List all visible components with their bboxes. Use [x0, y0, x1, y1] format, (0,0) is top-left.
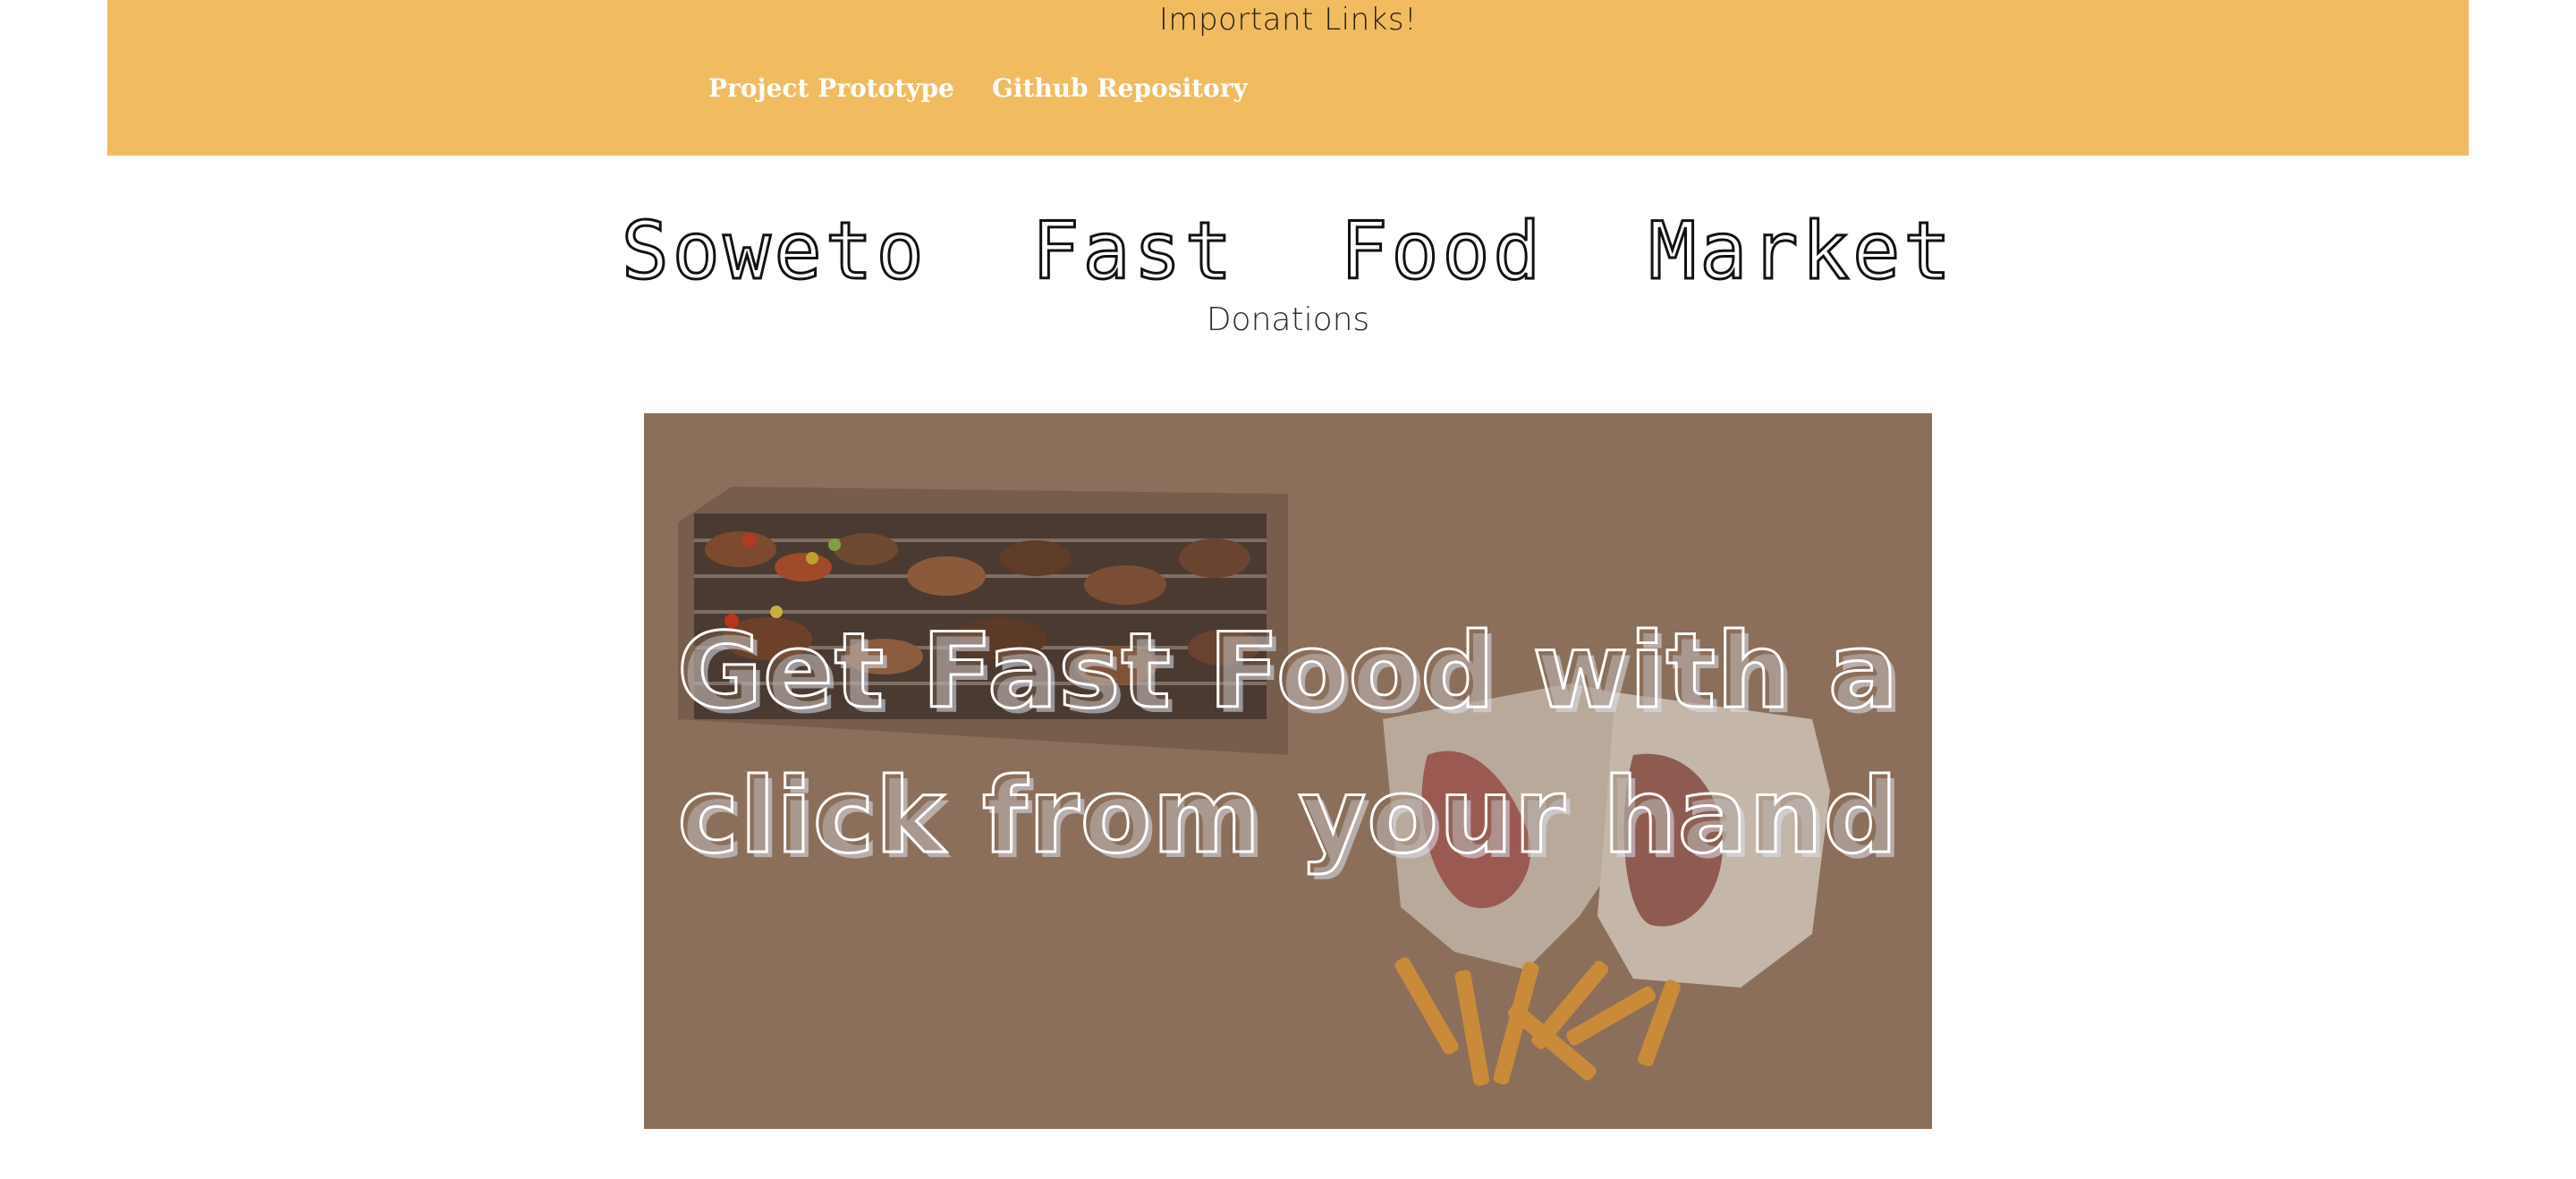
hero-banner: Get Fast Food with a click from your han…: [644, 413, 1932, 1129]
site-title: Soweto Fast Food Market: [620, 204, 1955, 299]
top-banner: Important Links! Project Prototype Githu…: [107, 0, 2469, 156]
page-subtitle: Donations: [1206, 301, 1370, 338]
project-prototype-link[interactable]: Project Prototype: [708, 73, 954, 103]
github-repository-link[interactable]: Github Repository: [992, 73, 1248, 103]
banner-heading: Important Links!: [1158, 2, 1418, 38]
hero-headline: Get Fast Food with a click from your han…: [644, 599, 1932, 889]
hero-headline-line-2: click from your hand: [676, 755, 1899, 878]
important-links-nav: Project Prototype Github Repository: [708, 73, 1248, 103]
hero-headline-line-1: Get Fast Food with a: [675, 610, 1900, 734]
